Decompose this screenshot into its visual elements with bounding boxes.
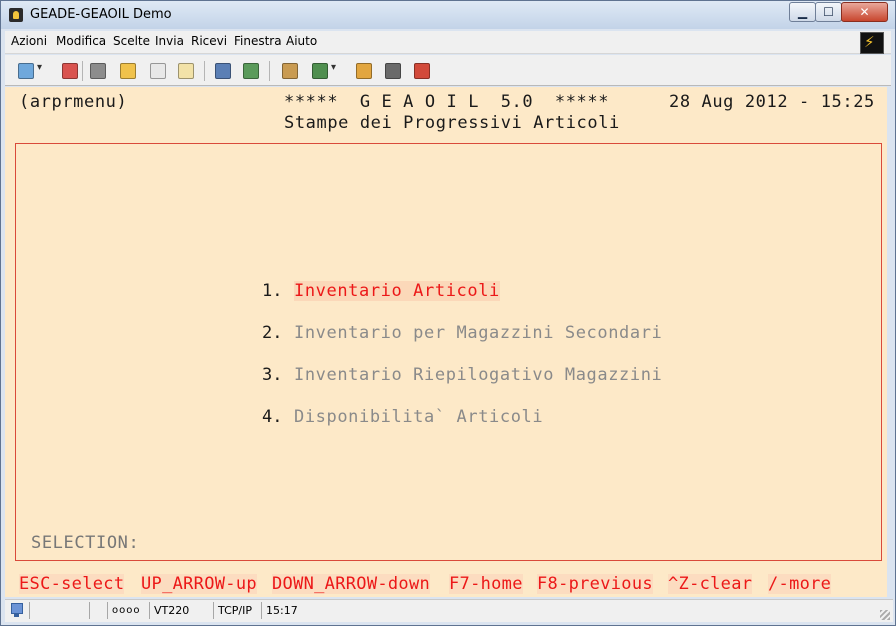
toolbar-separator <box>204 61 205 81</box>
date-time: 28 Aug 2012 - 15:25 <box>669 92 875 112</box>
properties-icon[interactable] <box>353 60 373 80</box>
function-key-bar: ESC-select UP_ARROW-up DOWN_ARROW-down F… <box>5 573 887 597</box>
paste-icon[interactable] <box>175 60 195 80</box>
app-window: GEADE-GEAOIL Demo ▁ ☐ ✕ Azioni Modifica … <box>0 0 896 626</box>
screen-capture-icon[interactable] <box>411 60 431 80</box>
connection-icon <box>11 603 23 618</box>
close-button[interactable]: ✕ <box>841 2 888 22</box>
status-emulation: VT220 <box>149 602 212 619</box>
settings-icon[interactable] <box>382 60 402 80</box>
page-title: Stampe dei Progressivi Articoli <box>284 113 620 133</box>
status-indicators: oooo <box>107 602 150 619</box>
menu-ricevi[interactable]: Ricevi <box>191 34 227 48</box>
menu-option-disponibilita-articoli[interactable]: Disponibilita` Articoli <box>294 407 543 427</box>
menu-number: 1. <box>262 281 283 301</box>
send-file-icon[interactable] <box>212 60 232 80</box>
fkey-more[interactable]: /-more <box>768 574 832 594</box>
status-cell-empty <box>29 602 90 619</box>
app-banner: ***** G E A O I L 5.0 ***** <box>284 92 610 112</box>
title-bar[interactable]: GEADE-GEAOIL Demo ▁ ☐ ✕ <box>1 1 895 29</box>
book-icon[interactable] <box>279 60 299 80</box>
menu-scelte[interactable]: Scelte <box>113 34 150 48</box>
window-title: GEADE-GEAOIL Demo <box>30 7 172 22</box>
font-icon[interactable] <box>309 60 336 80</box>
fkey-f8-previous[interactable]: F8-previous <box>537 574 653 594</box>
disconnect-icon[interactable] <box>59 60 79 80</box>
maximize-button[interactable]: ☐ <box>815 2 842 22</box>
print-icon[interactable] <box>87 60 107 80</box>
open-folder-icon[interactable] <box>117 60 137 80</box>
fkey-esc-select[interactable]: ESC-select <box>19 574 125 594</box>
menu-number: 2. <box>262 323 283 343</box>
resize-grip-icon[interactable] <box>880 610 890 620</box>
menu-option-inventario-articoli[interactable]: Inventario Articoli <box>294 281 500 301</box>
terminal-screen[interactable]: (arprmenu) ***** G E A O I L 5.0 ***** 2… <box>5 87 887 597</box>
menu-number: 3. <box>262 365 283 385</box>
selection-prompt[interactable]: SELECTION: <box>31 533 139 553</box>
status-protocol: TCP/IP <box>213 602 262 619</box>
menu-aiuto[interactable]: Aiuto <box>286 34 317 48</box>
menu-modifica[interactable]: Modifica <box>56 34 106 48</box>
menu-number: 4. <box>262 407 283 427</box>
menu-option-inventario-riepilogativo[interactable]: Inventario Riepilogativo Magazzini <box>294 365 662 385</box>
fkey-up-arrow[interactable]: UP_ARROW-up <box>141 574 257 594</box>
program-name: (arprmenu) <box>19 92 128 112</box>
receive-file-icon[interactable] <box>240 60 260 80</box>
app-icon[interactable] <box>9 8 23 22</box>
toolbar <box>5 55 891 86</box>
fkey-f7-home[interactable]: F7-home <box>449 574 523 594</box>
minimize-button[interactable]: ▁ <box>789 2 816 22</box>
menu-finestra[interactable]: Finestra <box>234 34 282 48</box>
menu-box <box>15 143 882 561</box>
menu-bar: Azioni Modifica Scelte Invia Ricevi Fine… <box>5 31 891 54</box>
menu-invia[interactable]: Invia <box>155 34 184 48</box>
toolbar-separator <box>269 61 270 81</box>
brand-logo-icon <box>860 32 884 54</box>
menu-azioni[interactable]: Azioni <box>11 34 47 48</box>
menu-option-inventario-magazzini-secondari[interactable]: Inventario per Magazzini Secondari <box>294 323 662 343</box>
fkey-ctrl-z-clear[interactable]: ^Z-clear <box>668 574 753 594</box>
status-bar: oooo VT220 TCP/IP 15:17 <box>5 599 893 622</box>
new-session-icon[interactable] <box>15 60 42 80</box>
toolbar-separator <box>82 61 83 81</box>
fkey-down-arrow[interactable]: DOWN_ARROW-down <box>272 574 431 594</box>
status-time: 15:17 <box>261 602 302 619</box>
copy-icon[interactable] <box>147 60 167 80</box>
